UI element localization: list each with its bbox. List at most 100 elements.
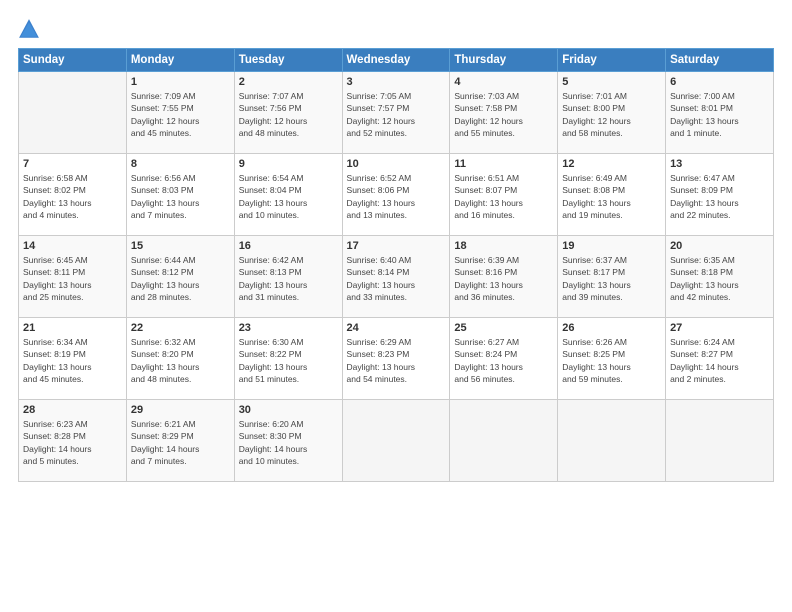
day-number: 26 [562, 322, 661, 334]
weekday-header-tuesday: Tuesday [234, 49, 342, 72]
calendar-cell [450, 400, 558, 482]
week-row-5: 28 Sunrise: 6:23 AMSunset: 8:28 PMDayligh… [19, 400, 774, 482]
day-info: Sunrise: 6:24 AMSunset: 8:27 PMDaylight:… [670, 336, 769, 385]
day-number: 25 [454, 322, 553, 334]
calendar-cell [19, 72, 127, 154]
day-number: 10 [347, 158, 446, 170]
day-info: Sunrise: 6:47 AMSunset: 8:09 PMDaylight:… [670, 172, 769, 221]
day-info: Sunrise: 7:01 AMSunset: 8:00 PMDaylight:… [562, 90, 661, 139]
weekday-header-sunday: Sunday [19, 49, 127, 72]
calendar-cell: 18 Sunrise: 6:39 AMSunset: 8:16 PMDayligh… [450, 236, 558, 318]
weekday-header-wednesday: Wednesday [342, 49, 450, 72]
calendar-cell: 24Sunrise: 6:29 AMSunset: 8:23 PMDayligh… [342, 318, 450, 400]
day-info: Sunrise: 6:39 AMSunset: 8:16 PMDaylight:… [454, 254, 553, 303]
calendar-cell [558, 400, 666, 482]
logo [18, 18, 44, 40]
day-number: 2 [239, 76, 338, 88]
day-info: Sunrise: 6:58 AMSunset: 8:02 PMDaylight:… [23, 172, 122, 221]
calendar-cell: 12 Sunrise: 6:49 AMSunset: 8:08 PMDayligh… [558, 154, 666, 236]
day-info: Sunrise: 7:09 AMSunset: 7:55 PMDaylight:… [131, 90, 230, 139]
day-info: Sunrise: 6:49 AMSunset: 8:08 PMDaylight:… [562, 172, 661, 221]
calendar-cell: 15Sunrise: 6:44 AMSunset: 8:12 PMDayligh… [126, 236, 234, 318]
day-info: Sunrise: 6:34 AMSunset: 8:19 PMDaylight:… [23, 336, 122, 385]
calendar-cell: 27 Sunrise: 6:24 AMSunset: 8:27 PMDayligh… [666, 318, 774, 400]
day-number: 28 [23, 404, 122, 416]
week-row-4: 21 Sunrise: 6:34 AMSunset: 8:19 PMDayligh… [19, 318, 774, 400]
day-number: 19 [562, 240, 661, 252]
calendar-cell: 9 Sunrise: 6:54 AMSunset: 8:04 PMDaylight… [234, 154, 342, 236]
day-info: Sunrise: 6:52 AMSunset: 8:06 PMDaylight:… [347, 172, 446, 221]
calendar-cell: 23 Sunrise: 6:30 AMSunset: 8:22 PMDayligh… [234, 318, 342, 400]
day-number: 23 [239, 322, 338, 334]
calendar-cell [342, 400, 450, 482]
day-number: 20 [670, 240, 769, 252]
calendar-cell: 28 Sunrise: 6:23 AMSunset: 8:28 PMDayligh… [19, 400, 127, 482]
day-info: Sunrise: 6:23 AMSunset: 8:28 PMDaylight:… [23, 418, 122, 467]
calendar-cell: 2 Sunrise: 7:07 AMSunset: 7:56 PMDaylight… [234, 72, 342, 154]
weekday-header-saturday: Saturday [666, 49, 774, 72]
day-number: 11 [454, 158, 553, 170]
calendar-cell: 16 Sunrise: 6:42 AMSunset: 8:13 PMDayligh… [234, 236, 342, 318]
day-number: 22 [131, 322, 230, 334]
calendar-cell: 5 Sunrise: 7:01 AMSunset: 8:00 PMDaylight… [558, 72, 666, 154]
day-number: 21 [23, 322, 122, 334]
calendar-cell: 10 Sunrise: 6:52 AMSunset: 8:06 PMDayligh… [342, 154, 450, 236]
day-number: 4 [454, 76, 553, 88]
page-header [18, 18, 774, 40]
day-number: 16 [239, 240, 338, 252]
calendar-cell: 26 Sunrise: 6:26 AMSunset: 8:25 PMDayligh… [558, 318, 666, 400]
day-info: Sunrise: 7:00 AMSunset: 8:01 PMDaylight:… [670, 90, 769, 139]
day-info: Sunrise: 6:54 AMSunset: 8:04 PMDaylight:… [239, 172, 338, 221]
day-info: Sunrise: 6:42 AMSunset: 8:13 PMDaylight:… [239, 254, 338, 303]
day-number: 13 [670, 158, 769, 170]
day-number: 5 [562, 76, 661, 88]
day-number: 24 [347, 322, 446, 334]
calendar-cell: 8 Sunrise: 6:56 AMSunset: 8:03 PMDaylight… [126, 154, 234, 236]
day-info: Sunrise: 6:35 AMSunset: 8:18 PMDaylight:… [670, 254, 769, 303]
day-number: 29 [131, 404, 230, 416]
day-number: 14 [23, 240, 122, 252]
day-number: 15 [131, 240, 230, 252]
week-row-2: 7 Sunrise: 6:58 AMSunset: 8:02 PMDaylight… [19, 154, 774, 236]
weekday-header-thursday: Thursday [450, 49, 558, 72]
day-number: 17 [347, 240, 446, 252]
day-info: Sunrise: 7:03 AMSunset: 7:58 PMDaylight:… [454, 90, 553, 139]
day-number: 18 [454, 240, 553, 252]
day-number: 12 [562, 158, 661, 170]
calendar-cell: 30Sunrise: 6:20 AMSunset: 8:30 PMDayligh… [234, 400, 342, 482]
day-info: Sunrise: 6:26 AMSunset: 8:25 PMDaylight:… [562, 336, 661, 385]
day-number: 27 [670, 322, 769, 334]
day-info: Sunrise: 7:05 AMSunset: 7:57 PMDaylight:… [347, 90, 446, 139]
day-info: Sunrise: 6:32 AMSunset: 8:20 PMDaylight:… [131, 336, 230, 385]
day-number: 6 [670, 76, 769, 88]
calendar-cell: 19 Sunrise: 6:37 AMSunset: 8:17 PMDayligh… [558, 236, 666, 318]
day-info: Sunrise: 6:37 AMSunset: 8:17 PMDaylight:… [562, 254, 661, 303]
week-row-1: 1Sunrise: 7:09 AMSunset: 7:55 PMDaylight… [19, 72, 774, 154]
day-info: Sunrise: 6:30 AMSunset: 8:22 PMDaylight:… [239, 336, 338, 385]
day-info: Sunrise: 6:27 AMSunset: 8:24 PMDaylight:… [454, 336, 553, 385]
day-info: Sunrise: 6:56 AMSunset: 8:03 PMDaylight:… [131, 172, 230, 221]
weekday-header-row: SundayMondayTuesdayWednesdayThursdayFrid… [19, 49, 774, 72]
day-info: Sunrise: 6:20 AMSunset: 8:30 PMDaylight:… [239, 418, 338, 467]
calendar-cell: 1Sunrise: 7:09 AMSunset: 7:55 PMDaylight… [126, 72, 234, 154]
day-info: Sunrise: 6:21 AMSunset: 8:29 PMDaylight:… [131, 418, 230, 467]
calendar-cell: 11 Sunrise: 6:51 AMSunset: 8:07 PMDayligh… [450, 154, 558, 236]
day-number: 7 [23, 158, 122, 170]
calendar-cell: 25 Sunrise: 6:27 AMSunset: 8:24 PMDayligh… [450, 318, 558, 400]
day-number: 8 [131, 158, 230, 170]
calendar-cell: 13 Sunrise: 6:47 AMSunset: 8:09 PMDayligh… [666, 154, 774, 236]
day-number: 9 [239, 158, 338, 170]
day-info: Sunrise: 6:45 AMSunset: 8:11 PMDaylight:… [23, 254, 122, 303]
calendar-cell: 14 Sunrise: 6:45 AMSunset: 8:11 PMDayligh… [19, 236, 127, 318]
calendar-cell: 21 Sunrise: 6:34 AMSunset: 8:19 PMDayligh… [19, 318, 127, 400]
week-row-3: 14 Sunrise: 6:45 AMSunset: 8:11 PMDayligh… [19, 236, 774, 318]
calendar-cell [666, 400, 774, 482]
calendar-cell: 6 Sunrise: 7:00 AMSunset: 8:01 PMDaylight… [666, 72, 774, 154]
day-info: Sunrise: 6:51 AMSunset: 8:07 PMDaylight:… [454, 172, 553, 221]
day-info: Sunrise: 7:07 AMSunset: 7:56 PMDaylight:… [239, 90, 338, 139]
calendar-table: SundayMondayTuesdayWednesdayThursdayFrid… [18, 48, 774, 482]
calendar-cell: 4 Sunrise: 7:03 AMSunset: 7:58 PMDaylight… [450, 72, 558, 154]
day-info: Sunrise: 6:40 AMSunset: 8:14 PMDaylight:… [347, 254, 446, 303]
weekday-header-monday: Monday [126, 49, 234, 72]
calendar-cell: 3Sunrise: 7:05 AMSunset: 7:57 PMDaylight… [342, 72, 450, 154]
